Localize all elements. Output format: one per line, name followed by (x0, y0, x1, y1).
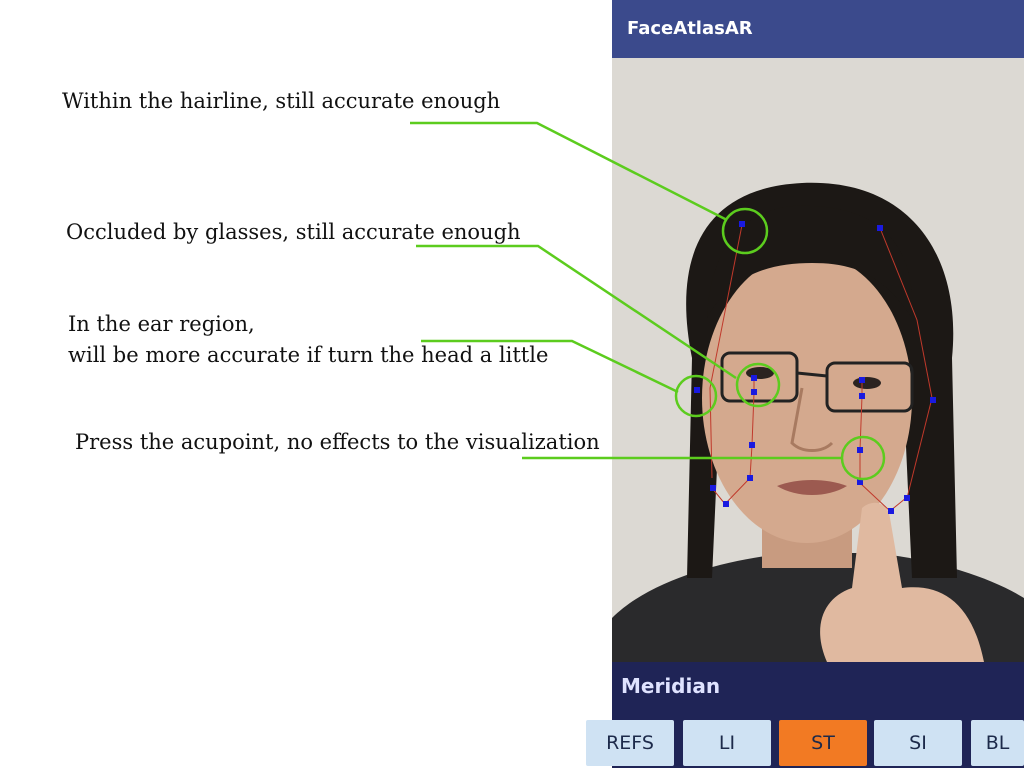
app-bar: FaceAtlasAR (612, 0, 1024, 58)
face-illustration (612, 58, 1024, 662)
acupoint (888, 508, 894, 514)
acupoint (904, 495, 910, 501)
acupoint (710, 485, 716, 491)
meridian-button-st[interactable]: ST (779, 720, 867, 766)
meridian-button-bl[interactable]: BL (971, 720, 1024, 766)
meridian-title: Meridian (621, 674, 721, 698)
acupoint (751, 375, 757, 381)
annotation-press: Press the acupoint, no effects to the vi… (75, 430, 600, 454)
acupoint (751, 389, 757, 395)
annotation-ear-line1: In the ear region, (68, 312, 255, 336)
meridian-button-refs[interactable]: REFS (586, 720, 674, 766)
annotation-glasses: Occluded by glasses, still accurate enou… (66, 220, 521, 244)
acupoint (694, 387, 700, 393)
meridian-button-si[interactable]: SI (874, 720, 962, 766)
meridian-button-li[interactable]: LI (683, 720, 771, 766)
acupoint (747, 475, 753, 481)
acupoint (930, 397, 936, 403)
acupoint (723, 501, 729, 507)
acupoint (859, 393, 865, 399)
acupoint (857, 447, 863, 453)
phone-screen: FaceAtlasAR Meridian REFS LI ST SI BL (586, 0, 1024, 768)
app-title: FaceAtlasAR (627, 18, 753, 39)
camera-view[interactable] (612, 58, 1024, 662)
face (702, 253, 912, 543)
acupoint (877, 225, 883, 231)
acupoint (857, 479, 863, 485)
acupoint (859, 377, 865, 383)
left-eye (746, 367, 774, 379)
acupoint (749, 442, 755, 448)
annotation-ear-line2: will be more accurate if turn the head a… (68, 343, 549, 367)
acupoint (739, 221, 745, 227)
annotation-hairline: Within the hairline, still accurate enou… (62, 89, 501, 113)
right-eye (853, 377, 881, 389)
meridian-panel: Meridian REFS LI ST SI BL (586, 662, 1024, 768)
